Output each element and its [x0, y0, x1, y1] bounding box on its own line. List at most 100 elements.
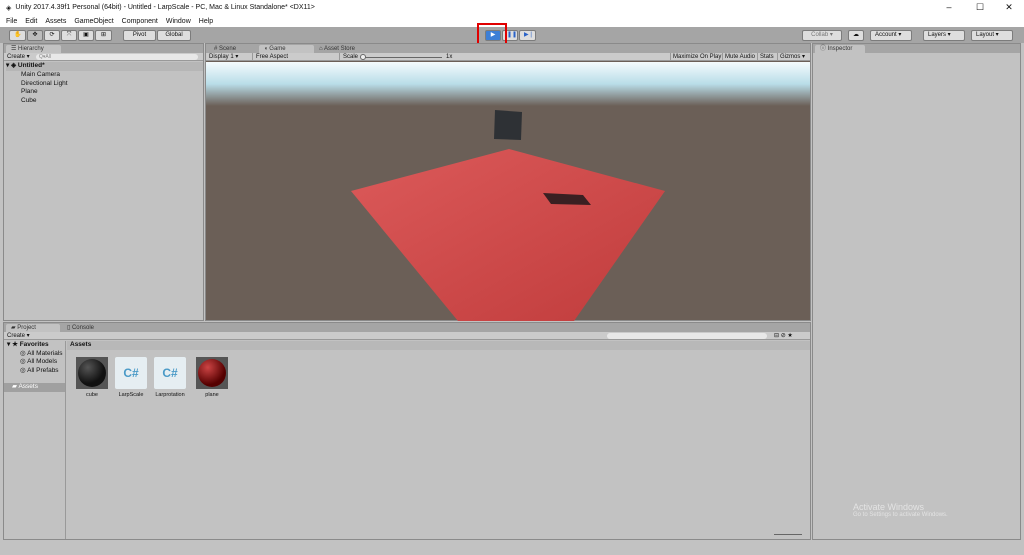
scale-value: 1x	[446, 54, 453, 60]
close-button[interactable]: ✕	[996, 0, 1022, 15]
collab-dropdown[interactable]: Collab ▾	[802, 30, 842, 41]
layout-label: Layout	[976, 32, 995, 38]
plane-object	[351, 149, 665, 321]
asset-label: Larprotation	[155, 392, 185, 398]
csharp-script-icon: C#	[154, 357, 186, 389]
display-label: Display 1	[209, 54, 234, 60]
asset-label: cube	[86, 392, 98, 398]
stats-toggle[interactable]: Stats	[757, 53, 774, 61]
asset-label: plane	[205, 392, 219, 398]
menu-help[interactable]: Help	[199, 18, 213, 25]
collab-label: Collab	[811, 32, 829, 38]
favorites-label: Favorites	[19, 341, 49, 348]
fav-label: All Prefabs	[27, 366, 59, 374]
move-tool-icon[interactable]: ✥	[27, 30, 43, 41]
global-label: Global	[165, 32, 183, 38]
watermark-line1: Activate Windows	[853, 502, 925, 512]
tab-scene[interactable]: # Scene	[209, 45, 259, 53]
hand-tool-icon[interactable]: ✋	[9, 30, 26, 41]
scene-root-row[interactable]: ▾ ◈ Untitled*	[6, 62, 203, 71]
menu-window[interactable]: Window	[166, 18, 191, 25]
asset-label: LarpScale	[118, 392, 144, 398]
pivot-label: Pivot	[132, 32, 147, 38]
tab-console[interactable]: ▯ Console	[62, 324, 112, 332]
asset-larpscale[interactable]: C# LarpScale	[114, 357, 148, 398]
tab-project[interactable]: ▰ Project	[6, 324, 60, 332]
activation-watermark: Activate Windows Go to Settings to activ…	[853, 502, 948, 518]
aspect-dropdown[interactable]: Free Aspect	[256, 53, 340, 61]
minimize-button[interactable]: –	[936, 0, 962, 15]
layers-dropdown[interactable]: Layers ▾	[923, 30, 965, 41]
project-search-input[interactable]	[607, 333, 767, 339]
maximize-button[interactable]: ☐	[967, 0, 993, 15]
layers-label: Layers	[928, 32, 947, 38]
filter-icons[interactable]: ⊟ ⊘ ★	[774, 332, 793, 340]
hierarchy-item[interactable]: Directional Light	[21, 80, 68, 89]
gizmos-dropdown[interactable]: Gizmos ▾	[777, 53, 805, 61]
hierarchy-item[interactable]: Cube	[21, 97, 68, 106]
hierarchy-item[interactable]: Main Camera	[21, 71, 68, 80]
tab-hierarchy[interactable]: ☰ Hierarchy	[6, 45, 61, 53]
hierarchy-item[interactable]: Plane	[21, 88, 68, 97]
favorites-item[interactable]: ▾ ★ Favorites	[4, 341, 65, 350]
favorites-child[interactable]: ◎ All Models	[4, 358, 65, 367]
tab-hierarchy-label: Hierarchy	[18, 46, 44, 52]
tab-inspector-label: Inspector	[827, 46, 853, 52]
step-button[interactable]: ▶❘	[519, 30, 536, 41]
game-panel: # Scene ◖ Game ⌂ Asset Store Display 1 ▾…	[205, 43, 811, 321]
tab-asset-store-label: Asset Store	[323, 46, 355, 52]
asset-larprotation[interactable]: C# Larprotation	[153, 357, 187, 398]
transform-tool-icon[interactable]: ⊞	[95, 30, 112, 41]
display-dropdown[interactable]: Display 1 ▾	[209, 53, 253, 61]
icon-size-slider[interactable]	[774, 534, 802, 535]
cube-object	[494, 110, 522, 140]
unity-logo-icon: ◈	[6, 4, 12, 12]
favorites-child[interactable]: ◎ All Materials	[4, 350, 65, 359]
menu-gameobject[interactable]: GameObject	[74, 18, 113, 25]
pivot-button[interactable]: Pivot	[123, 30, 156, 41]
rect-tool-icon[interactable]: ▣	[78, 30, 94, 41]
create-dropdown[interactable]: Create ▾	[7, 53, 30, 61]
window-title: Unity 2017.4.39f1 Personal (64bit) - Unt…	[15, 4, 315, 11]
asset-cube[interactable]: cube	[75, 357, 109, 398]
maximize-on-play-toggle[interactable]: Maximize On Play	[670, 53, 721, 61]
csharp-script-icon: C#	[115, 357, 147, 389]
create-label: Create	[7, 54, 26, 60]
project-tree: ▾ ★ Favorites ◎ All Materials ◎ All Mode…	[4, 341, 66, 539]
menu-bar: File Edit Assets GameObject Component Wi…	[0, 15, 1024, 27]
project-create-dropdown[interactable]: Create ▾	[7, 332, 30, 340]
tab-inspector[interactable]: ⓘ Inspector	[815, 45, 865, 53]
toolbar: ✋ ✥ ⟳ ⤧ ▣ ⊞ Pivot Global ▶ ❚❚ ▶❘ Collab …	[0, 23, 1024, 48]
tab-console-label: Console	[71, 325, 94, 331]
scale-slider-thumb[interactable]	[360, 54, 366, 60]
project-create-label: Create	[7, 333, 26, 339]
hierarchy-search-input[interactable]: Q▾All	[36, 54, 198, 60]
tab-game[interactable]: ◖ Game	[259, 45, 314, 53]
favorites-child[interactable]: ◎ All Prefabs	[4, 367, 65, 376]
mute-audio-toggle[interactable]: Mute Audio	[722, 53, 755, 61]
aspect-label: Free Aspect	[256, 54, 289, 60]
account-dropdown[interactable]: Account ▾	[870, 30, 912, 41]
assets-breadcrumb: Assets	[67, 341, 810, 350]
menu-component[interactable]: Component	[122, 18, 158, 25]
tab-asset-store[interactable]: ⌂ Asset Store	[314, 45, 374, 53]
inspector-panel: ⓘ Inspector Activate Windows Go to Setti…	[812, 43, 1021, 540]
skybox	[206, 62, 810, 106]
scale-slider[interactable]	[362, 57, 442, 58]
assets-folder-item[interactable]: ▰ Assets	[4, 383, 65, 392]
layout-dropdown[interactable]: Layout ▾	[971, 30, 1013, 41]
menu-edit[interactable]: Edit	[25, 18, 37, 25]
tab-game-label: Game	[269, 46, 286, 52]
cloud-icon[interactable]: ☁	[848, 30, 864, 41]
menu-assets[interactable]: Assets	[45, 18, 66, 25]
global-button[interactable]: Global	[157, 30, 191, 41]
menu-file[interactable]: File	[6, 18, 17, 25]
account-label: Account	[875, 32, 897, 38]
rotate-tool-icon[interactable]: ⟳	[44, 30, 60, 41]
scale-label: Scale	[343, 54, 359, 60]
scene-name: Untitled*	[17, 62, 45, 69]
game-viewport[interactable]	[206, 62, 810, 321]
scale-tool-icon[interactable]: ⤧	[61, 30, 77, 41]
asset-plane[interactable]: plane	[195, 357, 229, 398]
fav-label: All Materials	[27, 349, 63, 357]
